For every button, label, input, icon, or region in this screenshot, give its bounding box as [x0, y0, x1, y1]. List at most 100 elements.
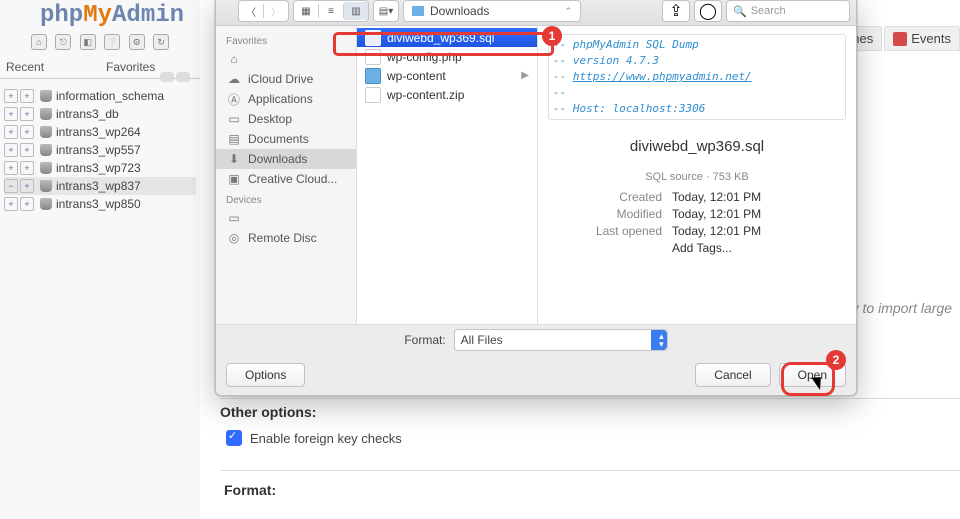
meta-opened-val: Today, 12:01 PM — [672, 224, 842, 238]
db-tree-item[interactable]: ++ intrans3_wp850 — [4, 195, 196, 213]
expand-icon[interactable]: + — [20, 143, 34, 157]
search-field[interactable]: 🔍 Search — [726, 0, 850, 22]
file-item[interactable]: wp-content▶ — [357, 66, 537, 85]
home-icon[interactable]: ⌂ — [31, 34, 47, 50]
divider — [220, 398, 960, 399]
file-item[interactable]: wp-config.php — [357, 47, 537, 66]
sidebar-item[interactable]: Ⓐ Applications — [216, 89, 356, 109]
db-tree-item[interactable]: ++ intrans3_wp723 — [4, 159, 196, 177]
other-options-heading: Other options: — [220, 404, 316, 420]
home-icon: ⌂ — [226, 52, 242, 66]
pma-nav-pills — [158, 72, 190, 82]
db-label: intrans3_wp723 — [56, 161, 141, 175]
expand-icon[interactable]: + — [4, 89, 18, 103]
nav-back-forward: 〈 〉 — [238, 0, 289, 22]
fkc-checkbox[interactable] — [226, 430, 242, 446]
sql-preview: -- phpMyAdmin SQL Dump-- version 4.7.3--… — [548, 34, 846, 120]
format-heading: Format: — [224, 482, 276, 498]
expand-icon[interactable]: + — [20, 89, 34, 103]
forward-button[interactable]: 〉 — [264, 2, 288, 20]
database-icon — [40, 162, 52, 174]
expand-icon[interactable]: + — [20, 107, 34, 121]
back-button[interactable]: 〈 — [239, 2, 263, 20]
dialog-footer: Options Cancel Open — [216, 355, 856, 395]
sidebar-heading-devices: Devices — [216, 189, 356, 208]
pma-sidebar: phpMyAdmin ⌂ ⎋ ◧ ❔ ⚙ ↻ Recent Favorites … — [0, 0, 201, 519]
sidebar-item[interactable]: ⬇Downloads — [216, 149, 356, 169]
expand-icon[interactable]: + — [4, 125, 18, 139]
file-list-column[interactable]: diviwebd_wp369.sql wp-config.php wp-conten… — [357, 26, 538, 325]
sql-icon[interactable]: ◧ — [80, 34, 96, 50]
arrange-menu[interactable]: ▤▾ — [373, 0, 399, 22]
db-tree-item[interactable]: −+intrans3_wp837 — [4, 177, 196, 195]
expand-icon[interactable]: + — [4, 161, 18, 175]
database-tree[interactable]: ++information_schema++intrans3_db++intra… — [0, 79, 200, 213]
sidebar-item-label: iCloud Drive — [248, 72, 313, 86]
tag-button[interactable]: ◯ — [694, 0, 722, 22]
sidebar-item[interactable]: ▣Creative Cloud... — [216, 169, 356, 189]
database-icon — [40, 198, 52, 210]
file-item[interactable]: wp-content.zip — [357, 85, 537, 104]
file-item[interactable]: diviwebd_wp369.sql — [357, 28, 537, 47]
expand-icon[interactable]: + — [4, 197, 18, 211]
sidebar-item-label: Applications — [248, 92, 313, 106]
mac-icon: ▭ — [226, 211, 242, 225]
file-label: wp-config.php — [387, 50, 462, 64]
add-tags-link[interactable]: Add Tags... — [672, 241, 842, 255]
annotation-badge-2: 2 — [826, 350, 846, 370]
search-icon: 🔍 — [733, 5, 747, 18]
nav-events[interactable]: Events — [884, 26, 960, 51]
reload-icon[interactable]: ↻ — [153, 34, 169, 50]
preview-source-line: SQL source · 753 KB — [552, 171, 842, 183]
dialog-body: Favorites ⌂☁iCloud DriveⒶApplications▭De… — [216, 26, 856, 325]
sidebar-item[interactable]: ▭ — [216, 208, 356, 228]
expand-icon[interactable]: + — [20, 161, 34, 175]
file-icon — [365, 30, 381, 46]
expand-icon[interactable]: + — [20, 125, 34, 139]
logo-part-admin: Admin — [112, 2, 184, 29]
format-select[interactable]: All Files ▴▾ — [454, 329, 668, 351]
db-tree-item[interactable]: ++ intrans3_wp557 — [4, 141, 196, 159]
icon-view-button[interactable]: ▦ — [294, 2, 318, 20]
options-button[interactable]: Options — [226, 363, 305, 387]
db-label: intrans3_wp557 — [56, 143, 141, 157]
expand-icon[interactable]: + — [4, 143, 18, 157]
folder-icon: ▣ — [226, 172, 242, 186]
file-label: wp-content — [387, 69, 446, 83]
database-icon — [40, 180, 52, 192]
enable-fkc-row[interactable]: Enable foreign key checks — [226, 430, 402, 446]
sidebar-item[interactable]: ☁ iCloud Drive — [216, 69, 356, 89]
sidebar-item[interactable]: ⌂ — [216, 49, 356, 69]
expand-icon[interactable]: + — [20, 179, 34, 193]
sidebar-item[interactable]: ▭Desktop — [216, 109, 356, 129]
nav-events-label: Events — [911, 31, 951, 46]
expand-icon[interactable]: + — [4, 107, 18, 121]
expand-icon[interactable]: + — [20, 197, 34, 211]
apps-icon: Ⓐ — [226, 92, 242, 106]
file-open-dialog: 〈 〉 ▦ ≡ ▥ ▤▾ Downloads ⌃ ⇪ ◯ — [215, 0, 857, 396]
list-view-button[interactable]: ≡ — [319, 2, 343, 20]
db-label: intrans3_wp850 — [56, 197, 141, 211]
db-tree-item[interactable]: ++intrans3_db — [4, 105, 196, 123]
cancel-button[interactable]: Cancel — [695, 363, 770, 387]
divider — [220, 470, 960, 471]
share-button[interactable]: ⇪ — [662, 0, 690, 22]
tab-recent[interactable]: Recent — [0, 56, 100, 78]
docs-icon[interactable]: ❔ — [104, 34, 120, 50]
cloud-icon: ☁ — [226, 72, 242, 86]
sidebar-item[interactable]: ▤Documents — [216, 129, 356, 149]
pma-mini-toolbar: ⌂ ⎋ ◧ ❔ ⚙ ↻ — [0, 32, 200, 50]
db-label: information_schema — [56, 89, 164, 103]
logout-icon[interactable]: ⎋ — [55, 34, 71, 50]
path-selector[interactable]: Downloads ⌃ — [403, 0, 581, 22]
expand-icon[interactable]: − — [4, 179, 18, 193]
sidebar-item-label: Documents — [248, 132, 309, 146]
sidebar-item[interactable]: ◎Remote Disc — [216, 228, 356, 248]
column-view-button[interactable]: ▥ — [344, 2, 368, 20]
db-tree-item[interactable]: ++ information_schema — [4, 87, 196, 105]
preview-pane: -- phpMyAdmin SQL Dump-- version 4.7.3--… — [538, 26, 856, 325]
db-tree-item[interactable]: ++intrans3_wp264 — [4, 123, 196, 141]
desktop-icon: ▭ — [226, 112, 242, 126]
annotation-badge-1: 1 — [542, 26, 562, 46]
settings-icon[interactable]: ⚙ — [129, 34, 145, 50]
